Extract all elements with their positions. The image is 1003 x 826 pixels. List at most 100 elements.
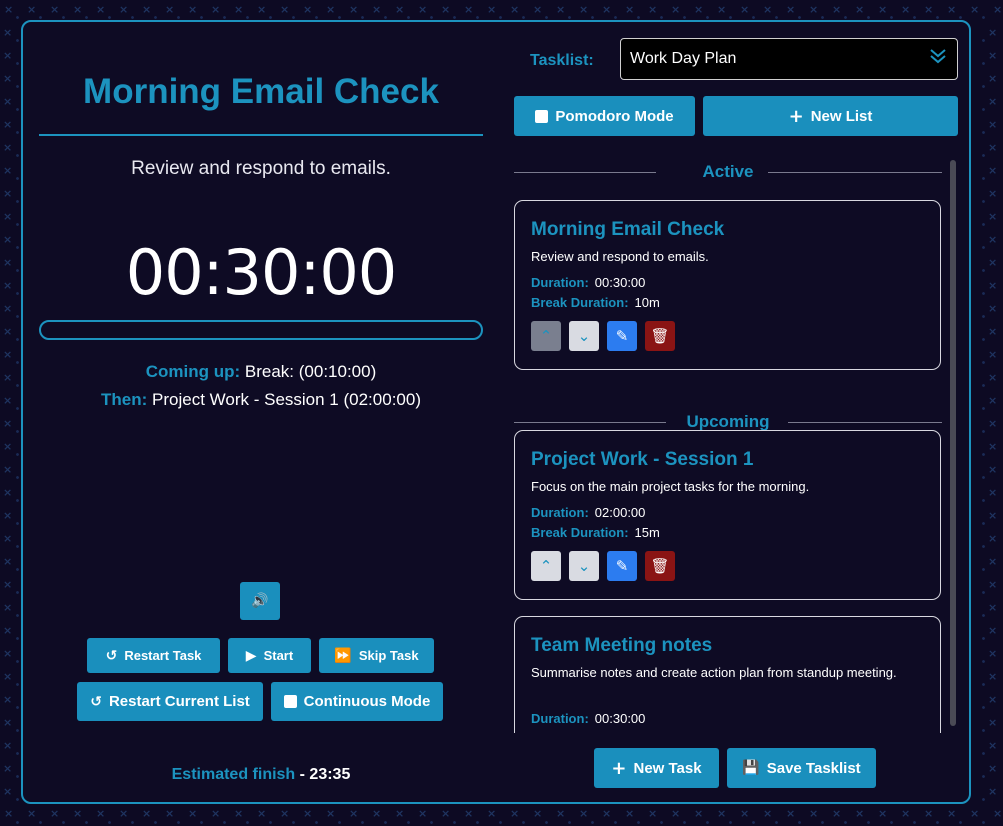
background-x-mark: × [988,509,998,522]
background-x-mark: × [165,3,175,16]
timer-panel: Morning Email Check Review and respond t… [39,22,483,802]
background-x-mark: × [988,440,998,453]
move-down-button[interactable]: ⌄ [569,551,599,581]
background-x-mark: × [988,670,998,683]
pomodoro-mode-button[interactable]: Pomodoro Mode [514,96,695,136]
background-x-mark: × [924,3,934,16]
edit-task-button[interactable]: ✎ [607,321,637,351]
title-divider [39,134,483,136]
background-x-mark: × [165,807,175,820]
background-x-mark: × [988,647,998,660]
background-x-mark: × [648,807,658,820]
move-up-button[interactable]: ⌃ [531,551,561,581]
background-x-mark: × [988,187,998,200]
tasklist-selected-value: Work Day Plan [630,50,737,67]
task-list-scrollbar[interactable] [950,160,956,726]
coming-up-label: Coming up: [145,362,241,381]
app-window: Morning Email Check Review and respond t… [21,20,971,804]
background-x-mark: × [3,325,13,338]
tasklist-label: Tasklist: [530,52,594,69]
delete-task-button[interactable]: 🗑 [645,321,675,351]
background-x-mark: × [4,807,14,820]
save-tasklist-button[interactable]: 💾 Save Tasklist [727,748,876,788]
background-x-mark: × [878,807,888,820]
background-x-mark: × [3,532,13,545]
background-x-mark: × [556,3,566,16]
background-x-mark: × [763,807,773,820]
background-x-mark: × [602,3,612,16]
background-x-mark: × [234,3,244,16]
sound-toggle-button[interactable]: 🔊 [240,582,280,620]
background-x-mark: × [988,601,998,614]
move-down-button[interactable]: ⌄ [569,321,599,351]
background-x-mark: × [3,716,13,729]
background-x-mark: × [4,3,14,16]
background-x-mark: × [878,3,888,16]
background-x-mark: × [3,95,13,108]
task-card[interactable]: Morning Email Check Review and respond t… [514,200,941,370]
background-x-mark: × [372,807,382,820]
task-card[interactable]: Project Work - Session 1 Focus on the ma… [514,430,941,600]
background-x-mark: × [3,279,13,292]
edit-task-button[interactable]: ✎ [607,551,637,581]
restart-task-button[interactable]: ↺ Restart Task [87,638,220,673]
continuous-mode-button[interactable]: Continuous Mode [271,682,443,721]
delete-task-button[interactable]: 🗑 [645,551,675,581]
background-x-mark: × [988,256,998,269]
task-card[interactable]: Team Meeting notes Summarise notes and c… [514,616,941,733]
estimated-finish-label: Estimated finish [171,766,296,783]
background-x-mark: × [3,118,13,131]
background-x-mark: × [988,578,998,591]
task-description: Review and respond to emails. [531,249,709,264]
task-title: Team Meeting notes [531,635,713,656]
skip-task-button[interactable]: ⏩ Skip Task [319,638,434,673]
background-x-mark: × [96,807,106,820]
background-x-mark: × [3,785,13,798]
restart-list-button[interactable]: ↺ Restart Current List [77,682,263,721]
task-duration: Duration: 02:00:00 [531,505,646,520]
edit-icon: ✎ [615,327,629,345]
background-x-mark: × [3,647,13,660]
restart-icon: ↺ [90,693,102,710]
new-task-button[interactable]: + New Task [594,748,719,788]
background-x-mark: × [579,807,589,820]
task-description: Focus on the main project tasks for the … [531,479,810,494]
background-x-mark: × [3,693,13,706]
background-x-mark: × [694,3,704,16]
background-x-mark: × [119,3,129,16]
double-chevron-down-icon [929,47,947,68]
background-x-mark: × [3,302,13,315]
new-list-button[interactable]: + New List [703,96,958,136]
background-x-mark: × [3,26,13,39]
background-x-mark: × [3,394,13,407]
background-x-mark: × [993,807,1003,820]
background-x-mark: × [211,3,221,16]
background-x-mark: × [3,371,13,384]
background-x-mark: × [947,807,957,820]
background-x-mark: × [395,3,405,16]
tasklist-select[interactable]: Work Day Plan [620,38,958,80]
background-x-mark: × [211,807,221,820]
task-break-duration: Break Duration: 15m [531,525,660,540]
background-x-mark: × [694,807,704,820]
move-up-button[interactable]: ⌃ [531,321,561,351]
current-task-title: Morning Email Check [83,72,439,111]
background-x-mark: × [3,210,13,223]
background-x-mark: × [418,3,428,16]
then-label: Then: [101,390,148,409]
background-x-mark: × [988,417,998,430]
background-x-mark: × [303,807,313,820]
background-x-mark: × [988,532,998,545]
background-x-mark: × [988,785,998,798]
background-x-mark: × [142,3,152,16]
start-button[interactable]: ▶ Start [228,638,311,673]
background-x-mark: × [188,3,198,16]
task-list-scroll[interactable]: Active Morning Email Check Review and re… [514,158,960,733]
background-x-mark: × [970,807,980,820]
background-x-mark: × [3,739,13,752]
chevron-up-icon: ⌃ [539,557,553,575]
background-x-mark: × [73,3,83,16]
speaker-icon: 🔊 [251,593,269,609]
background-x-mark: × [988,739,998,752]
background-x-mark: × [464,3,474,16]
